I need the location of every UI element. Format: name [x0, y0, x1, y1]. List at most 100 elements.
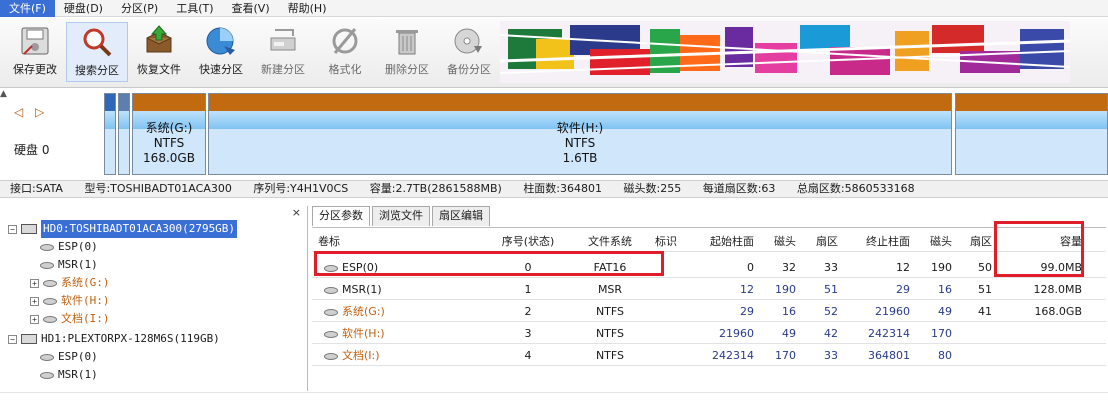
tree-item-documents[interactable]: + 文档(I:): [30, 310, 110, 328]
partition-icon: [40, 371, 54, 379]
quick-partition-button[interactable]: 快速分区: [190, 22, 252, 82]
disk-cylinders: 柱面数:364801: [523, 182, 603, 195]
esp-segment[interactable]: [104, 93, 116, 175]
tree-item-software[interactable]: + 软件(H:): [30, 292, 110, 310]
expand-icon[interactable]: +: [30, 314, 39, 324]
col-end-cylinder[interactable]: 终止柱面: [838, 232, 910, 252]
format-icon: [332, 28, 358, 54]
col-end-head[interactable]: 磁头: [910, 232, 952, 252]
partition-icon: [40, 261, 54, 269]
row-end-sector: [952, 346, 992, 366]
menu-disk[interactable]: 硬盘(D): [55, 0, 112, 17]
disk-nav-arrows[interactable]: ◁ ▷: [14, 105, 48, 119]
disk-heads: 磁头数:255: [623, 182, 682, 195]
menu-partition[interactable]: 分区(P): [112, 0, 167, 17]
tree-item-system[interactable]: + 系统(G:): [30, 274, 110, 292]
row-volume-label: 文档(I:): [342, 349, 380, 362]
tab-browse-files[interactable]: 浏览文件: [372, 206, 430, 226]
row-end-cylinder: 29: [896, 283, 910, 296]
row-start-sector: 42: [824, 327, 838, 340]
tree-item-esp[interactable]: ESP(0): [40, 348, 98, 366]
disk-label: 硬盘 0: [14, 143, 50, 157]
tab-partition-params[interactable]: 分区参数: [312, 206, 370, 226]
collapse-arrow-icon[interactable]: ▲: [0, 89, 7, 99]
search-partition-label: 搜索分区: [75, 64, 119, 77]
tree-item-hd0[interactable]: − HD0:TOSHIBADT01ACA300(2795GB): [8, 220, 238, 238]
tab-sector-edit[interactable]: 扇区编辑: [432, 206, 490, 226]
col-volume-label[interactable]: 卷标: [318, 232, 488, 252]
table-row[interactable]: 文档(I:) 4 NTFS 242314 170 33 364801 80: [312, 346, 1106, 366]
row-end-head: 170: [931, 327, 952, 340]
software-partition-segment[interactable]: 软件(H:) NTFS 1.6TB: [208, 93, 952, 175]
col-start-head[interactable]: 磁头: [754, 232, 796, 252]
system-partition-name: 系统(G:): [145, 121, 193, 135]
expand-icon[interactable]: +: [30, 296, 39, 306]
system-partition-segment[interactable]: 系统(G:) NTFS 168.0GB: [132, 93, 206, 175]
col-filesystem[interactable]: 文件系统: [574, 232, 646, 252]
col-flag[interactable]: 标识: [648, 232, 684, 252]
tree-item-label: ESP(0): [58, 350, 98, 363]
row-index: 1: [524, 283, 532, 296]
row-volume-label: 软件(H:): [342, 327, 385, 340]
tree-item-esp[interactable]: ESP(0): [40, 238, 98, 256]
tree-item-label: HD1:PLEXTORPX-128M6S(119GB): [41, 332, 220, 345]
quick-partition-label: 快速分区: [199, 63, 243, 76]
collapse-icon[interactable]: −: [8, 334, 17, 344]
table-row[interactable]: 系统(G:) 2 NTFS 29 16 52 21960 49 41 168.0…: [312, 302, 1106, 322]
tree-item-msr[interactable]: MSR(1): [40, 256, 98, 274]
row-end-cylinder: 21960: [875, 305, 910, 318]
expand-icon[interactable]: +: [30, 278, 39, 288]
row-flag: [648, 280, 684, 300]
disk-map: ▲ ◁ ▷ 硬盘 0 系统(G:) NTFS 168.0GB 软件(H:) NT…: [0, 89, 1108, 179]
row-flag: [648, 346, 684, 366]
col-start-sector[interactable]: 扇区: [796, 232, 838, 252]
table-row[interactable]: MSR(1) 1 MSR 12 190 51 29 16 51 128.0MB: [312, 280, 1106, 300]
advertisement-banner-image: [500, 21, 1070, 83]
tree-item-label: 软件(H:): [61, 294, 110, 307]
menu-tools[interactable]: 工具(T): [167, 0, 222, 17]
menu-file[interactable]: 文件(F): [0, 0, 55, 17]
row-volume: 系统(G:): [324, 302, 488, 322]
row-end-cylinder: 364801: [868, 349, 910, 362]
tree-item-label: 系统(G:): [61, 276, 110, 289]
row-end-sector: 41: [978, 305, 992, 318]
row-start-cylinder: 21960: [719, 327, 754, 340]
tree-item-msr[interactable]: MSR(1): [40, 366, 98, 384]
msr-segment[interactable]: [118, 93, 130, 175]
save-changes-button[interactable]: 保存更改: [4, 22, 66, 82]
quick-partition-icon: [206, 27, 235, 55]
close-icon[interactable]: ×: [292, 206, 301, 219]
search-partition-button[interactable]: 搜索分区: [66, 22, 128, 82]
row-filesystem: NTFS: [595, 349, 625, 362]
hard-disk-icon: [21, 334, 37, 344]
new-partition-button[interactable]: 新建分区: [252, 22, 314, 82]
table-row[interactable]: 软件(H:) 3 NTFS 21960 49 42 242314 170: [312, 324, 1106, 344]
row-volume: 软件(H:): [324, 324, 488, 344]
row-end-head: 16: [938, 283, 952, 296]
tree-item-label: MSR(1): [58, 368, 98, 381]
collapse-icon[interactable]: −: [8, 224, 17, 234]
row-filesystem: MSR: [597, 283, 623, 296]
recover-files-button[interactable]: 恢复文件: [128, 22, 190, 82]
col-start-cylinder[interactable]: 起始柱面: [684, 232, 754, 252]
delete-partition-button[interactable]: 删除分区: [376, 22, 438, 82]
col-end-sector[interactable]: 扇区: [952, 232, 992, 252]
menu-view[interactable]: 查看(V): [223, 0, 279, 17]
col-index-status[interactable]: 序号(状态): [488, 232, 568, 252]
toolbar: 保存更改 搜索分区 恢复文件 快速分区 新建分区 格式化 删除分区 备份分区: [0, 18, 1108, 88]
tree-item-hd1[interactable]: − HD1:PLEXTORPX-128M6S(119GB): [8, 330, 220, 348]
row-start-head: 190: [775, 283, 796, 296]
menu-help[interactable]: 帮助(H): [279, 0, 336, 17]
disk-tree-panel: × − HD0:TOSHIBADT01ACA300(2795GB) ESP(0)…: [0, 206, 308, 391]
backup-partition-button[interactable]: 备份分区: [438, 22, 500, 82]
format-button[interactable]: 格式化: [314, 22, 376, 82]
row-end-sector: 50: [978, 261, 992, 274]
partition-icon: [43, 297, 57, 305]
row-start-head: 16: [782, 305, 796, 318]
documents-partition-segment[interactable]: [955, 93, 1108, 175]
row-end-head: 80: [938, 349, 952, 362]
backup-partition-label: 备份分区: [447, 63, 491, 76]
system-partition-fs: NTFS: [153, 136, 185, 150]
row-volume-label: MSR(1): [342, 283, 382, 296]
menu-bar: 文件(F) 硬盘(D) 分区(P) 工具(T) 查看(V) 帮助(H): [0, 0, 1108, 17]
